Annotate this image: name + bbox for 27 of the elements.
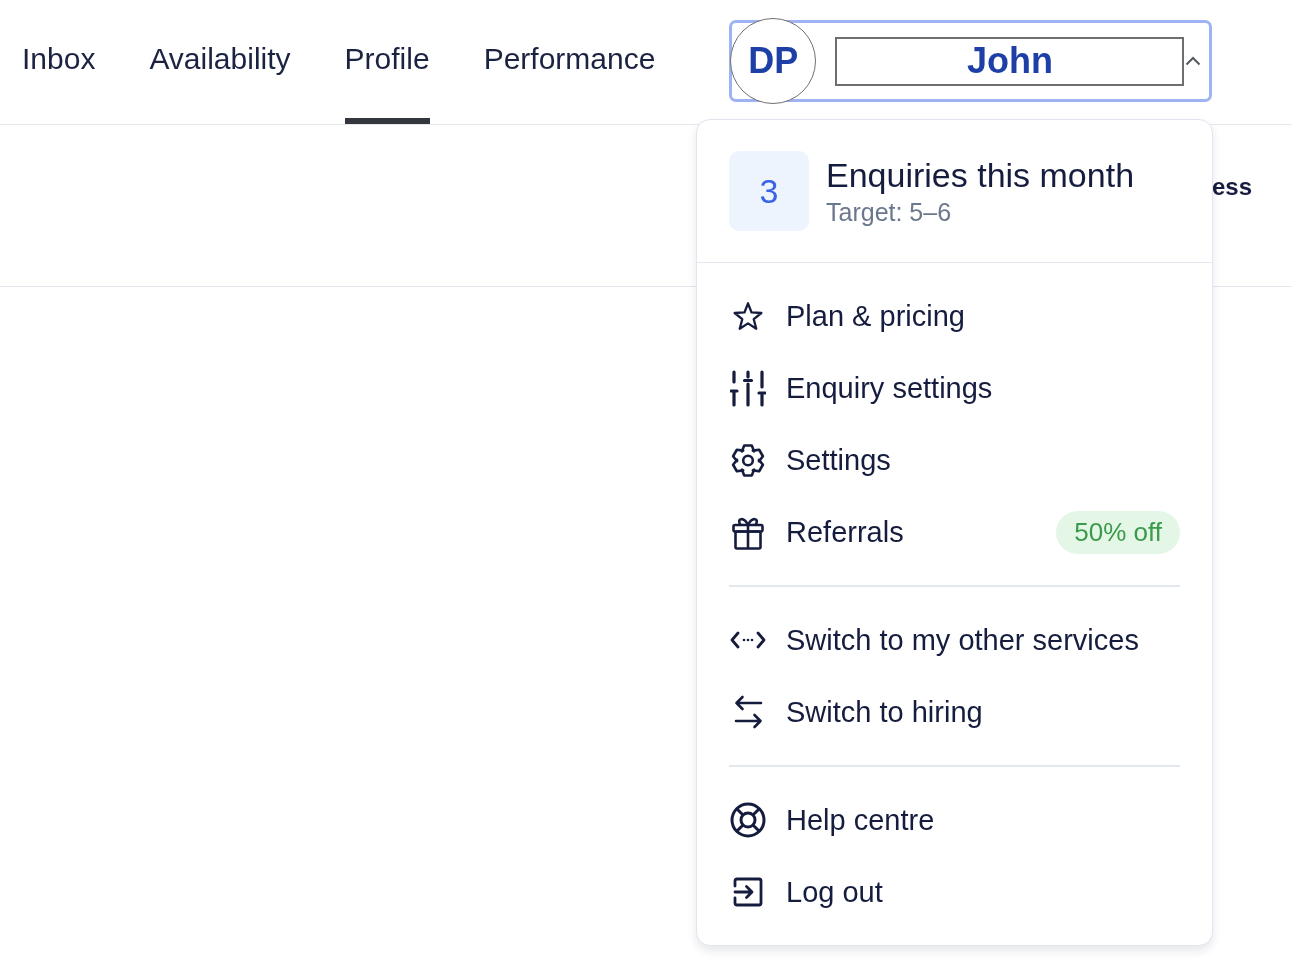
nav-tab[interactable]: Performance	[483, 0, 656, 124]
menu-item[interactable]: Help centre	[729, 784, 1180, 856]
user-name-label: John	[835, 36, 1185, 86]
swap-arrows-icon	[733, 695, 763, 729]
gear-icon	[731, 442, 765, 478]
star-icon	[733, 302, 763, 330]
nav-tab[interactable]: Inbox	[22, 0, 96, 124]
stat-target: Target: 5–6	[826, 197, 953, 227]
menu-item[interactable]: Referrals 50% off	[729, 496, 1180, 568]
stat-title: Enquiries this month	[826, 155, 1135, 195]
exit-door-icon	[733, 877, 763, 907]
menu-item[interactable]: Log out	[729, 856, 1180, 928]
account-menu-button[interactable]: DP John	[729, 20, 1213, 102]
menu-item[interactable]: Enquiry settings	[729, 352, 1180, 424]
code-arrows-icon	[730, 631, 766, 649]
enquiry-count-tile: 3	[729, 151, 809, 231]
discount-badge: 50% off	[1056, 510, 1180, 554]
avatar-initials: DP	[730, 18, 817, 104]
nav-tab[interactable]: Availability	[149, 0, 291, 124]
sliders-icon	[730, 369, 766, 407]
menu-item[interactable]: Plan & pricing	[729, 280, 1180, 352]
nav-tab[interactable]: Profile	[344, 0, 430, 124]
menu-item[interactable]: Switch to my other services	[729, 604, 1180, 676]
menu-item[interactable]: Switch to hiring	[729, 676, 1180, 748]
menu-item[interactable]: Settings	[729, 424, 1180, 496]
sub-header-label: ess	[1211, 172, 1252, 202]
lifebuoy-icon	[730, 802, 766, 838]
